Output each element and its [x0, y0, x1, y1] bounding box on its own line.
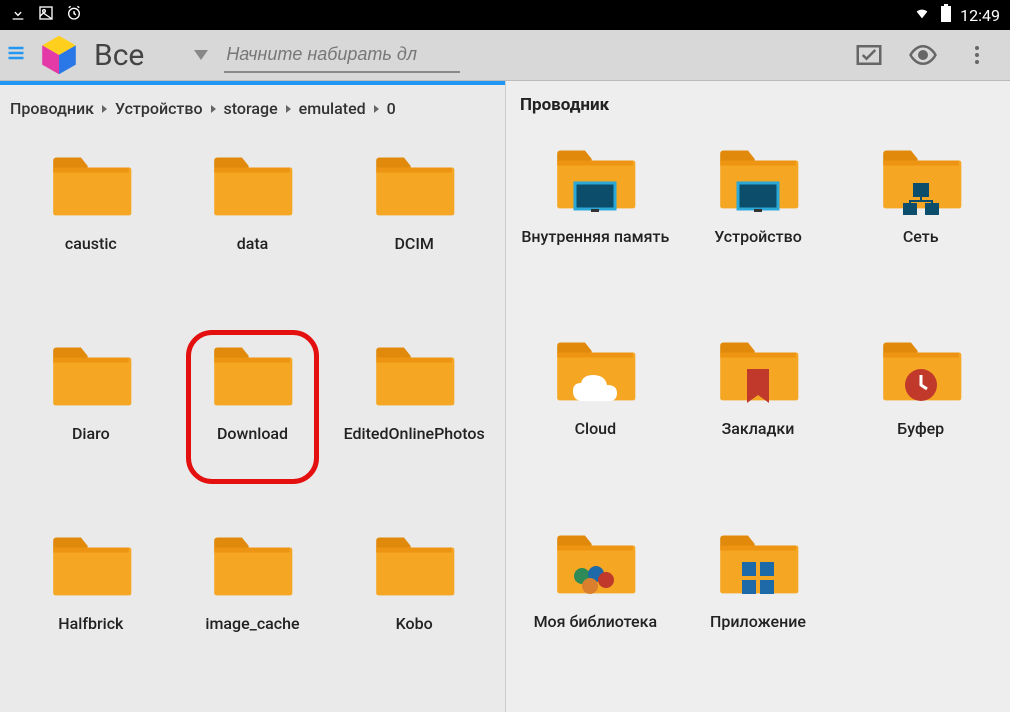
filter-label: Все — [94, 38, 144, 73]
android-status-bar: 12:49 — [0, 0, 1010, 30]
nav-item-label: Моя библиотека — [534, 612, 658, 631]
nav-item-label: Устройство — [714, 227, 802, 246]
nav-item-apps[interactable]: Приложение — [677, 530, 840, 700]
nav-item-cloud[interactable]: Cloud — [514, 337, 677, 507]
nav-item-network[interactable]: Сеть — [839, 145, 1002, 315]
folder-item[interactable]: EditedOnlinePhotos — [333, 342, 495, 512]
alarm-icon — [66, 5, 82, 25]
folder-item[interactable]: Download — [172, 342, 334, 512]
search-input[interactable] — [224, 38, 460, 73]
folder-label: caustic — [65, 234, 117, 253]
folder-item[interactable]: Kobo — [333, 532, 495, 702]
overflow-menu-button[interactable] — [956, 34, 998, 76]
breadcrumb-item[interactable]: storage — [224, 99, 278, 118]
chevron-right-icon — [102, 105, 107, 113]
right-panel-title: Проводник — [506, 81, 1010, 129]
filter-dropdown[interactable]: Все — [90, 38, 220, 73]
chevron-right-icon — [286, 105, 291, 113]
wifi-icon — [912, 5, 932, 25]
folder-item[interactable]: caustic — [10, 152, 172, 322]
folder-label: DCIM — [394, 234, 433, 253]
breadcrumb-item[interactable]: 0 — [387, 99, 396, 118]
breadcrumb-item[interactable]: Проводник — [10, 99, 94, 118]
folder-item[interactable]: data — [172, 152, 334, 322]
nav-item-label: Приложение — [710, 612, 806, 631]
select-mode-button[interactable] — [848, 34, 890, 76]
breadcrumb: Проводник Устройство storage emulated 0 — [0, 85, 505, 132]
folder-label: Diaro — [72, 424, 110, 443]
nav-item-label: Сеть — [903, 227, 939, 246]
nav-item-internal[interactable]: Внутренняя память — [514, 145, 677, 315]
breadcrumb-item[interactable]: emulated — [299, 99, 366, 118]
nav-item-label: Внутренняя память — [521, 227, 669, 246]
chevron-down-icon — [194, 50, 208, 60]
folder-label: image_cache — [205, 614, 299, 633]
folder-label: Download — [217, 424, 288, 443]
nav-item-bookmark[interactable]: Закладки — [677, 337, 840, 507]
app-toolbar: Все — [0, 30, 1010, 81]
folder-label: Kobo — [396, 614, 433, 633]
folder-item[interactable]: Halfbrick — [10, 532, 172, 702]
nav-item-label: Закладки — [722, 419, 795, 438]
folder-item[interactable]: DCIM — [333, 152, 495, 322]
image-icon — [38, 5, 54, 25]
nav-item-label: Буфер — [897, 419, 944, 438]
nav-item-buffer[interactable]: Буфер — [839, 337, 1002, 507]
menu-icon[interactable] — [6, 40, 28, 70]
battery-icon — [940, 4, 952, 26]
right-panel: Проводник Внутренняя память Устройство Сет… — [505, 81, 1010, 712]
left-panel: Проводник Устройство storage emulated 0 … — [0, 81, 505, 712]
visibility-button[interactable] — [902, 34, 944, 76]
download-icon — [10, 5, 26, 25]
nav-item-library[interactable]: Моя библиотека — [514, 530, 677, 700]
nav-item-device[interactable]: Устройство — [677, 145, 840, 315]
status-time: 12:49 — [960, 6, 1000, 25]
app-logo-icon[interactable] — [34, 30, 84, 80]
folder-label: EditedOnlinePhotos — [344, 424, 485, 443]
chevron-right-icon — [211, 105, 216, 113]
folder-item[interactable]: image_cache — [172, 532, 334, 702]
folder-item[interactable]: Diaro — [10, 342, 172, 512]
chevron-right-icon — [374, 105, 379, 113]
nav-item-label: Cloud — [575, 419, 617, 438]
breadcrumb-item[interactable]: Устройство — [115, 99, 203, 118]
folder-label: data — [237, 234, 269, 253]
folder-label: Halfbrick — [58, 614, 123, 633]
